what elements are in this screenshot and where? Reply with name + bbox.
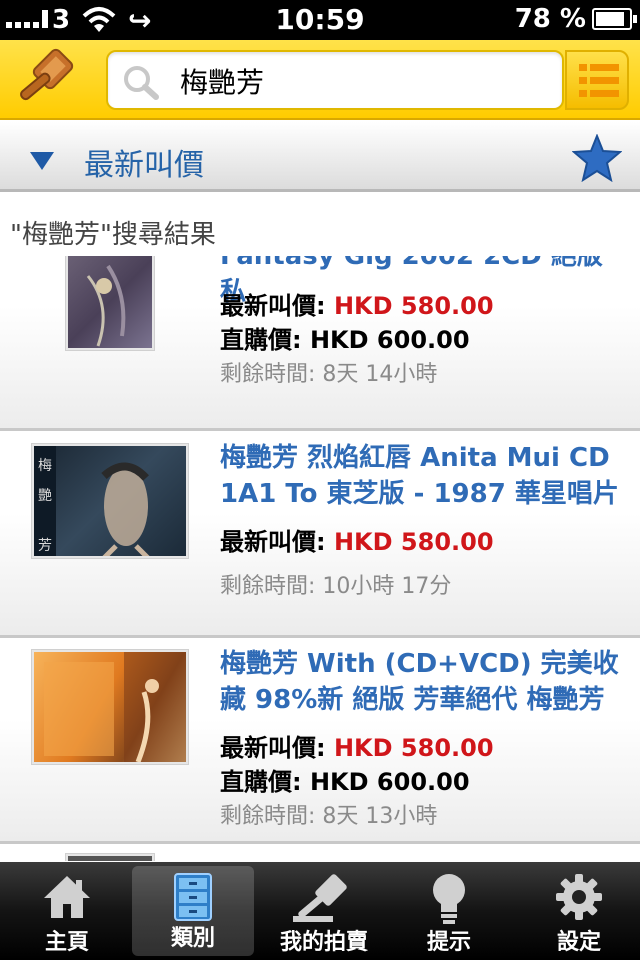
tab-home[interactable]: 主頁 [6, 862, 128, 960]
star-favorite-icon[interactable] [572, 134, 622, 182]
buy-price: 直購價: HKD 600.00 [220, 768, 470, 796]
tab-label: 主頁 [44, 930, 89, 955]
bid-price: 最新叫價: HKD 580.00 [220, 734, 494, 762]
time-remaining: 剩餘時間: 10小時 17分 [220, 574, 452, 599]
list-icon [579, 64, 619, 71]
search-box[interactable] [106, 50, 564, 110]
svg-text:梅: 梅 [38, 458, 52, 474]
list-item[interactable]: Fantasy Gig 2002 2CD 絕版私 最新叫價: HKD 580.0… [0, 256, 640, 431]
dropdown-triangle-icon[interactable] [30, 152, 54, 170]
tab-categories[interactable]: 類別 [132, 866, 254, 956]
cabinet-icon [174, 873, 212, 921]
product-thumbnail[interactable] [32, 650, 188, 764]
time-remaining: 剩餘時間: 8天 13小時 [220, 804, 438, 829]
search-header [0, 40, 640, 120]
tab-label: 我的拍賣 [279, 930, 368, 955]
search-icon [124, 66, 159, 100]
tab-label: 類別 [170, 926, 215, 951]
product-thumbnail[interactable] [66, 854, 154, 861]
tab-my-auctions[interactable]: 我的拍賣 [262, 862, 386, 960]
results-title: "梅艷芳"搜尋結果 [10, 220, 216, 250]
time-remaining: 剩餘時間: 8天 14小時 [220, 362, 438, 387]
gavel-logo-icon[interactable] [10, 48, 80, 112]
bid-price: 最新叫價: HKD 580.00 [220, 292, 494, 320]
tab-bar: 主頁 類別 我的拍賣 提示 設定 [0, 862, 640, 960]
list-item[interactable]: 梅 艷 芳 梅艷芳 烈焰紅唇 Anita Mui CD 1A1 To 東芝版 -… [0, 432, 640, 638]
svg-text:艷: 艷 [38, 488, 52, 504]
search-input[interactable] [180, 60, 550, 102]
list-menu-button[interactable] [565, 50, 629, 110]
list-item[interactable] [0, 846, 640, 861]
buy-price: 直購價: HKD 600.00 [220, 326, 470, 354]
sort-bar[interactable]: 最新叫價 [0, 122, 640, 192]
gear-icon [556, 874, 602, 920]
battery-percent: 78 % [514, 4, 586, 34]
svg-text:芳: 芳 [38, 537, 52, 554]
bid-price: 最新叫價: HKD 580.00 [220, 528, 494, 556]
product-thumbnail[interactable] [66, 256, 154, 350]
battery-icon [592, 8, 637, 30]
tab-label: 設定 [556, 930, 601, 955]
gavel-icon [293, 874, 347, 922]
product-thumbnail[interactable]: 梅 艷 芳 [32, 444, 188, 558]
tab-tips[interactable]: 提示 [388, 862, 510, 960]
home-icon [44, 876, 90, 918]
sort-label[interactable]: 最新叫價 [84, 140, 204, 184]
lightbulb-icon [433, 874, 465, 924]
item-title[interactable]: 梅艷芳 烈焰紅唇 Anita Mui CD 1A1 To 東芝版 - 1987 … [220, 440, 626, 512]
status-bar: 3 ↪ 10:59 78 % [0, 0, 640, 40]
tab-label: 提示 [426, 930, 471, 955]
item-title[interactable]: 梅艷芳 With (CD+VCD) 完美收藏 98%新 絕版 芳華絕代 梅艷芳 [220, 646, 626, 718]
list-item[interactable]: 梅艷芳 With (CD+VCD) 完美收藏 98%新 絕版 芳華絕代 梅艷芳 … [0, 638, 640, 844]
tab-settings[interactable]: 設定 [518, 862, 640, 960]
results-list[interactable]: Fantasy Gig 2002 2CD 絕版私 最新叫價: HKD 580.0… [0, 256, 640, 861]
